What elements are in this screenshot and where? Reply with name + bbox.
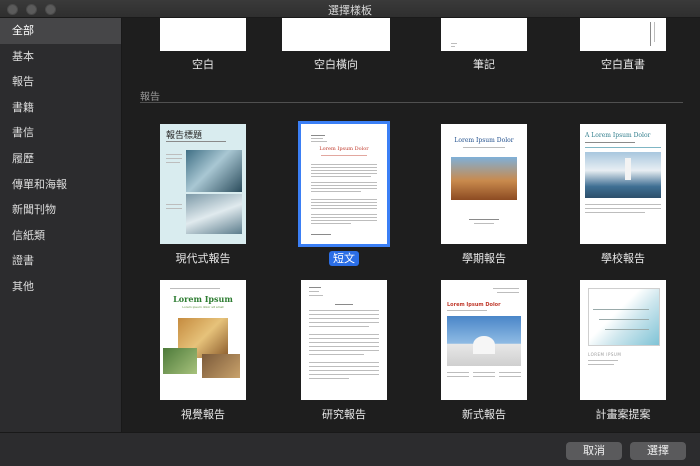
template-blank-vertical-thumbnail[interactable]	[580, 18, 666, 51]
template-new-report-thumbnail[interactable]: Lorem Ipsum Dolor	[441, 280, 527, 400]
footer-bar: 取消 選擇	[0, 432, 700, 466]
template-school-report-label[interactable]: 學校報告	[568, 250, 678, 266]
template-essay-thumbnail[interactable]: Lorem Ipsum Dolor	[298, 121, 390, 247]
sidebar-item-basic[interactable]: 基本	[0, 44, 121, 70]
modern-report-photo	[186, 150, 242, 192]
template-modern-report-label[interactable]: 現代式報告	[148, 250, 258, 266]
sidebar-item-stationery[interactable]: 信紙類	[0, 223, 121, 249]
sidebar-item-newsletters[interactable]: 新聞刊物	[0, 197, 121, 223]
visual-report-photo-2	[163, 348, 197, 374]
template-essay-label[interactable]: 短文	[289, 250, 399, 266]
essay-page-title: Lorem Ipsum Dolor	[319, 146, 369, 152]
template-modern-report-thumbnail[interactable]: 報告標題	[160, 124, 246, 244]
sidebar-item-books[interactable]: 書籍	[0, 95, 121, 121]
project-proposal-sketch	[588, 288, 660, 346]
template-term-paper-label[interactable]: 學期報告	[429, 250, 539, 266]
template-term-paper-thumbnail[interactable]: Lorem Ipsum Dolor	[441, 124, 527, 244]
choose-button[interactable]: 選擇	[630, 442, 686, 460]
section-title-reports: 報告	[140, 92, 160, 103]
template-visual-report-label[interactable]: 視覺報告	[148, 406, 258, 422]
sidebar-item-other[interactable]: 其他	[0, 274, 121, 300]
template-blank-vertical-label[interactable]: 空白直書	[568, 56, 678, 72]
visual-report-page-title: Lorem Ipsum	[173, 294, 233, 304]
template-browser: 空白 空白橫向 筆記 空白直書 報告 報告標題 現代式報告 Lorem Ipsu…	[123, 18, 700, 432]
template-research-paper-label[interactable]: 研究報告	[289, 406, 399, 422]
modern-report-photo-2	[186, 194, 242, 234]
template-blank-landscape-thumbnail[interactable]	[282, 18, 390, 51]
template-notes-label[interactable]: 筆記	[429, 56, 539, 72]
template-school-report-thumbnail[interactable]: A Lorem Ipsum Dolor	[580, 124, 666, 244]
school-report-page-title: A Lorem Ipsum Dolor	[585, 132, 651, 139]
template-blank-thumbnail[interactable]	[160, 18, 246, 51]
title-bar: 選擇樣板	[0, 0, 700, 18]
sidebar-item-flyers-posters[interactable]: 傳單和海報	[0, 172, 121, 198]
sidebar-item-reports[interactable]: 報告	[0, 69, 121, 95]
cancel-button[interactable]: 取消	[566, 442, 622, 460]
term-paper-page-title: Lorem Ipsum Dolor	[454, 137, 514, 144]
modern-report-page-title: 報告標題	[166, 131, 203, 141]
template-blank-landscape-label[interactable]: 空白橫向	[281, 56, 391, 72]
school-report-photo	[585, 152, 661, 198]
template-notes-thumbnail[interactable]	[441, 18, 527, 51]
visual-report-photo-3	[202, 354, 240, 378]
template-blank-label[interactable]: 空白	[148, 56, 258, 72]
section-divider	[140, 102, 683, 103]
term-paper-photo	[451, 157, 517, 200]
template-new-report-label[interactable]: 新式報告	[429, 406, 539, 422]
template-project-proposal-thumbnail[interactable]: LOREM IPSUM	[580, 280, 666, 400]
project-proposal-page-title: LOREM IPSUM	[588, 352, 622, 357]
template-research-paper-thumbnail[interactable]	[301, 280, 387, 400]
window-title: 選擇樣板	[328, 4, 372, 17]
sidebar-item-resumes[interactable]: 履歷	[0, 146, 121, 172]
template-project-proposal-label[interactable]: 計畫案提案	[568, 406, 678, 422]
new-report-photo	[447, 316, 521, 366]
category-sidebar: 全部 基本 報告 書籍 書信 履歷 傳單和海報 新聞刊物 信紙類 證書 其他	[0, 18, 122, 432]
template-visual-report-thumbnail[interactable]: Lorem Ipsum Lorem ipsum dolor sit amet	[160, 280, 246, 400]
new-report-page-title: Lorem Ipsum Dolor	[447, 302, 501, 308]
template-essay-label-text: 短文	[329, 251, 359, 266]
sidebar-item-letters[interactable]: 書信	[0, 120, 121, 146]
sidebar-item-all[interactable]: 全部	[0, 18, 121, 44]
visual-report-page-subtitle: Lorem ipsum dolor sit amet	[182, 305, 224, 309]
sidebar-item-certificates[interactable]: 證書	[0, 248, 121, 274]
